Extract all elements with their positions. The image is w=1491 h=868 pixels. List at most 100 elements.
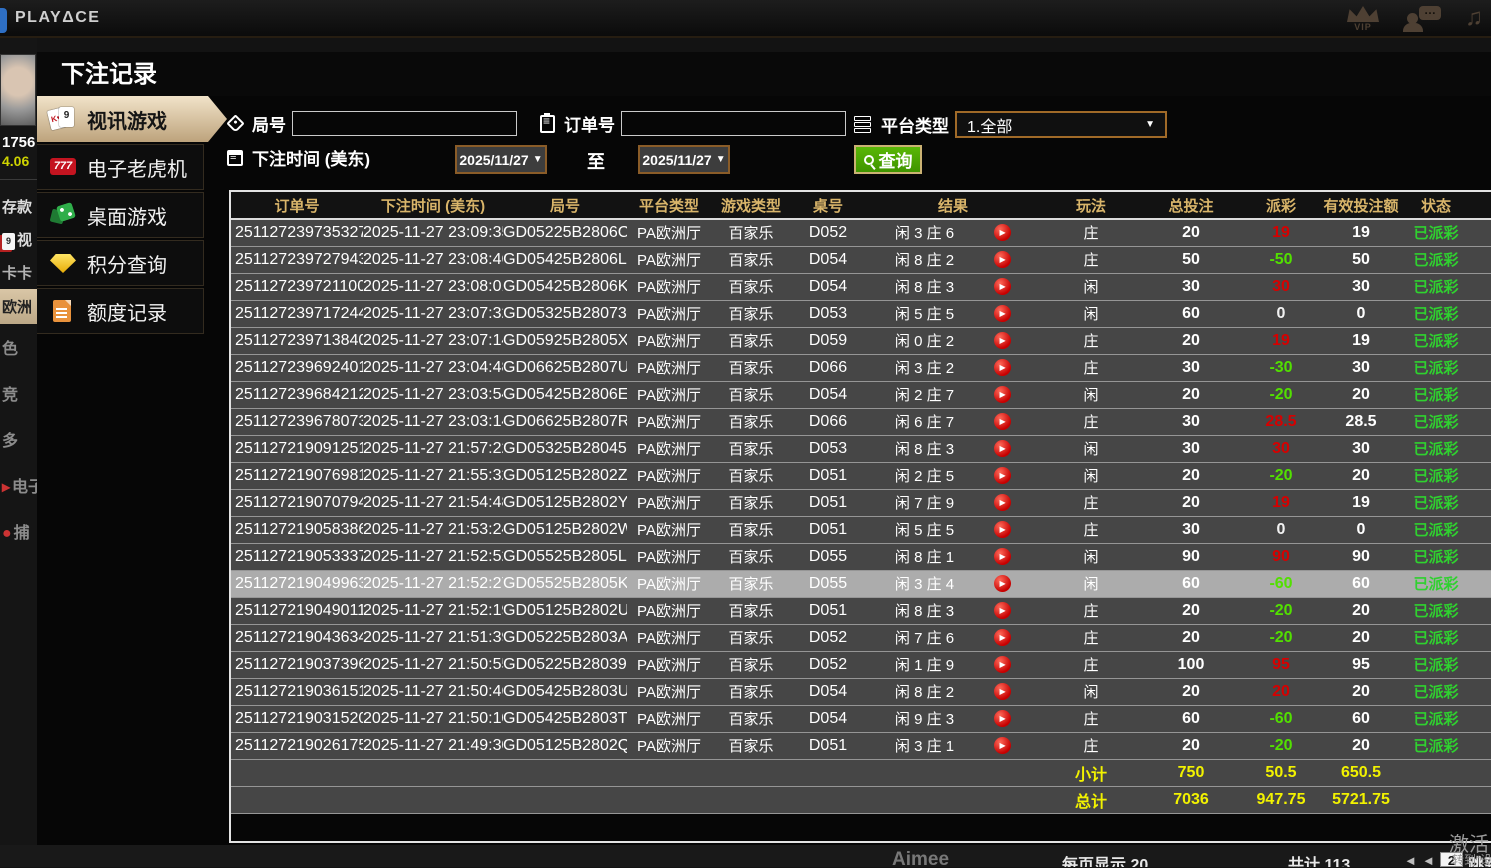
grand-total-row: 总计7036947.755721.75 [231,786,1491,813]
table-row[interactable]: 2511272190769812025-11-27 21:55:32GD0512… [231,462,1491,489]
column-header: 桌号 [791,192,865,219]
vip-button[interactable]: VIP [1347,4,1379,32]
table-row[interactable]: 2511272397353272025-11-27 23:09:35GD0522… [231,219,1491,246]
replay-play-button[interactable]: ▶ [994,656,1011,673]
first-page-button[interactable]: ◄ [1404,853,1417,867]
replay-play-button[interactable]: ▶ [994,548,1011,565]
points-diamond-icon [49,250,77,276]
menu-item-live-games[interactable]: K♥9 视讯游戏 [37,96,227,142]
date-range-to-label: 至 [587,148,605,174]
column-header: 结果 [865,192,1041,219]
replay-play-button[interactable]: ▶ [994,629,1011,646]
table-header-row: 订单号下注时间 (美东)局号平台类型游戏类型桌号结果玩法总投注派彩有效投注额状态… [231,192,1491,219]
replay-play-button[interactable]: ▶ [994,683,1011,700]
date-to-dropdown[interactable]: 2025/11/27 ▼ [638,145,730,174]
replay-play-button[interactable]: ▶ [994,494,1011,511]
result-text: 闲 8 庄 3 [895,438,954,459]
replay-play-button[interactable]: ▶ [994,359,1011,376]
table-row[interactable]: 2511272190499632025-11-27 21:52:27GD0552… [231,570,1491,597]
round-input[interactable] [292,111,517,136]
order-input[interactable] [621,111,846,136]
tag-icon [226,114,244,132]
bg-menu-se[interactable]: 色 [0,324,37,370]
quota-document-icon [49,298,77,324]
customer-service-button[interactable]: … [1403,4,1441,32]
result-text: 闲 9 庄 3 [895,708,954,729]
activation-watermark-line2: 转到“设置”以激活 [1452,851,1491,868]
replay-play-button[interactable]: ▶ [994,521,1011,538]
table-row[interactable]: 2511272190315202025-11-27 21:50:10GD0542… [231,705,1491,732]
table-row[interactable]: 2511272190261752025-11-27 21:49:30GD0512… [231,732,1491,759]
music-icon[interactable]: ♫ [1465,4,1483,32]
result-text: 闲 5 庄 5 [895,303,954,324]
subtotal-row: 小计75050.5650.5 [231,759,1491,786]
replay-play-button[interactable]: ▶ [994,602,1011,619]
replay-play-button[interactable]: ▶ [994,332,1011,349]
records-table: 订单号下注时间 (美东)局号平台类型游戏类型桌号结果玩法总投注派彩有效投注额状态… [231,192,1491,814]
red-arrow-icon: ▸ [2,479,10,496]
table-row[interactable]: 2511272190583862025-11-27 21:53:24GD0512… [231,516,1491,543]
search-button[interactable]: 查询 [854,145,922,174]
bg-menu-live[interactable]: 9视 [0,223,37,256]
order-filter-label: 订单号 [564,111,615,136]
table-row[interactable]: 2511272397211002025-11-27 23:08:01GD0542… [231,273,1491,300]
pagination-bar: Aimee 每页显示 20 共计 113 ◄ ◄ 2 跳到 [0,845,1491,867]
table-row[interactable]: 2511272396924012025-11-27 23:04:48GD0662… [231,354,1491,381]
platform-filter-label: 平台类型 [881,112,949,137]
replay-play-button[interactable]: ▶ [994,305,1011,322]
column-header: 派彩 [1241,192,1321,219]
bg-menu-deposit[interactable]: 存款 [0,190,37,223]
date-from-dropdown[interactable]: 2025/11/27 ▼ [455,145,547,174]
modal-menu: K♥9 视讯游戏 777 电子老虎机 桌面游戏 积分查询 额度记录 [37,96,227,336]
result-text: 闲 7 庄 6 [895,627,954,648]
menu-item-slots[interactable]: 777 电子老虎机 [37,144,204,190]
menu-item-points[interactable]: 积分查询 [37,240,204,286]
user-avatar[interactable] [0,54,36,126]
bg-menu-dianzi[interactable]: ▸电子 [0,462,37,508]
total-count-label: 共计 113 [1288,851,1350,867]
result-text: 闲 5 庄 5 [895,519,954,540]
table-row[interactable]: 2511272190707942025-11-27 21:54:48GD0512… [231,489,1491,516]
replay-play-button[interactable]: ▶ [994,413,1011,430]
replay-play-button[interactable]: ▶ [994,251,1011,268]
bg-menu-duo[interactable]: 多 [0,416,37,462]
betting-records-modal: 下注记录 K♥9 视讯游戏 777 电子老虎机 桌面游戏 积分查询 额度记录 局… [37,52,1491,845]
replay-play-button[interactable]: ▶ [994,278,1011,295]
replay-play-button[interactable]: ▶ [994,737,1011,754]
table-row[interactable]: 2511272190490112025-11-27 21:52:19GD0512… [231,597,1491,624]
table-row[interactable]: 2511272397138402025-11-27 23:07:14GD0592… [231,327,1491,354]
table-row[interactable]: 2511272190436342025-11-27 21:51:39GD0522… [231,624,1491,651]
table-row[interactable]: 2511272396780732025-11-27 23:03:14GD0662… [231,408,1491,435]
prev-page-button[interactable]: ◄ [1422,853,1435,867]
table-row[interactable]: 2511272397279432025-11-27 23:08:46GD0542… [231,246,1491,273]
result-text: 闲 3 庄 6 [895,222,954,243]
table-row[interactable]: 2511272190373962025-11-27 21:50:55GD0522… [231,651,1491,678]
table-games-icon [49,202,77,228]
fish-icon: ● [2,525,12,542]
bg-menu-jing[interactable]: 竞 [0,370,37,416]
result-text: 闲 2 庄 7 [895,384,954,405]
menu-item-table-games[interactable]: 桌面游戏 [37,192,204,238]
replay-play-button[interactable]: ▶ [994,224,1011,241]
table-row[interactable]: 2511272190912512025-11-27 21:57:22GD0532… [231,435,1491,462]
bg-menu-kaka[interactable]: 卡卡 [0,256,37,289]
replay-play-button[interactable]: ▶ [994,386,1011,403]
replay-play-button[interactable]: ▶ [994,575,1011,592]
table-body: 2511272397353272025-11-27 23:09:35GD0522… [231,219,1491,813]
replay-play-button[interactable]: ▶ [994,467,1011,484]
replay-play-button[interactable]: ▶ [994,440,1011,457]
platform-select[interactable]: 1.全部 ▼ [955,111,1167,138]
table-row[interactable]: 2511272396842122025-11-27 23:03:54GD0542… [231,381,1491,408]
table-row[interactable]: 2511272190533372025-11-27 21:52:52GD0552… [231,543,1491,570]
chat-bubble-icon: … [1419,6,1441,20]
table-row[interactable]: 2511272397172442025-11-27 23:07:32GD0532… [231,300,1491,327]
column-header: 订单号 [231,192,363,219]
replay-play-button[interactable]: ▶ [994,710,1011,727]
result-text: 闲 7 庄 9 [895,492,954,513]
result-text: 闲 2 庄 5 [895,465,954,486]
bg-menu-buyu[interactable]: ●捕 [0,508,37,554]
table-row[interactable]: 2511272190361512025-11-27 21:50:46GD0542… [231,678,1491,705]
result-text: 闲 8 庄 3 [895,276,954,297]
menu-item-quota-record[interactable]: 额度记录 [37,288,204,334]
bg-menu-europe-selected[interactable]: 欧洲 [0,289,37,324]
